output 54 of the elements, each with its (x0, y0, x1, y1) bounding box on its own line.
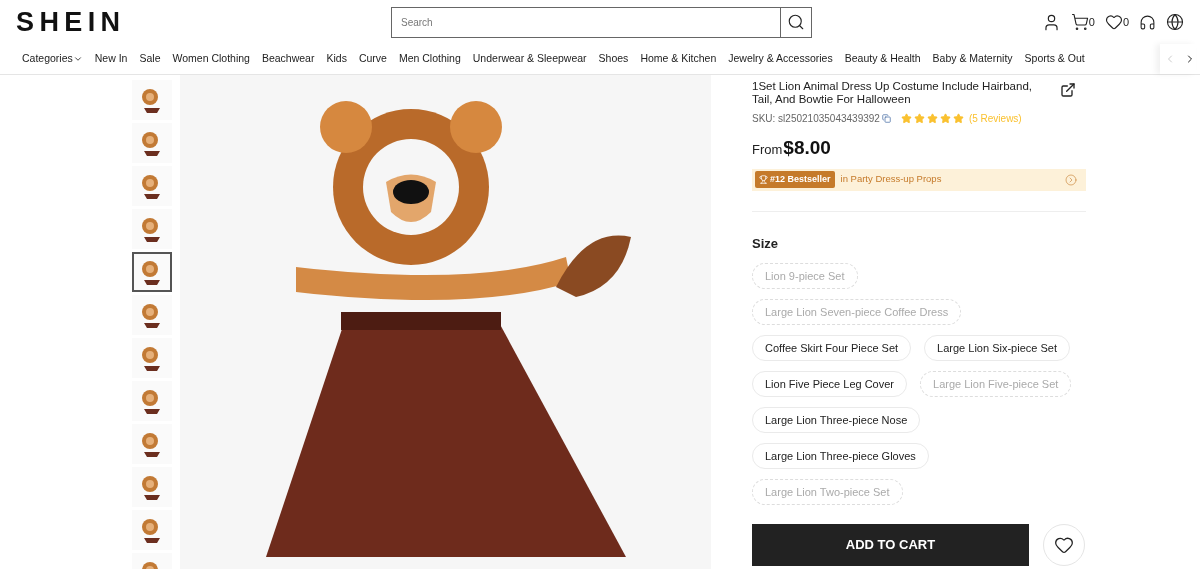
nav-link[interactable]: Beachwear (261, 51, 315, 67)
nav-link[interactable]: Baby & Maternity (932, 51, 1013, 67)
search-button[interactable] (781, 6, 812, 38)
cart-count: 0 (1088, 14, 1095, 30)
nav-link[interactable]: Jewelry & Accessories (728, 51, 833, 67)
size-option[interactable]: Large Lion Three-piece Nose (752, 407, 921, 433)
size-label: Size (752, 234, 779, 253)
nav-link[interactable]: Women Clothing (172, 51, 250, 67)
thumbnail[interactable] (132, 295, 172, 335)
nav-link[interactable]: Sale (139, 51, 161, 67)
size-option[interactable]: Large Lion Three-piece Gloves (752, 443, 929, 469)
thumbnail[interactable] (132, 424, 172, 464)
thumbnail[interactable] (132, 338, 172, 378)
share-icon[interactable] (1060, 82, 1076, 98)
thumbnail[interactable] (132, 252, 172, 292)
nav-link[interactable]: Men Clothing (398, 51, 461, 67)
cart-icon[interactable] (1070, 13, 1089, 31)
support-icon[interactable] (1139, 13, 1156, 31)
thumbnail[interactable] (132, 123, 172, 163)
size-option[interactable]: Coffee Skirt Four Piece Set (752, 335, 912, 361)
globe-icon[interactable] (1166, 13, 1184, 31)
search-field[interactable]: Search (391, 6, 781, 38)
trophy-icon (759, 175, 768, 184)
nav-link[interactable]: Kids (326, 51, 347, 67)
thumbnail[interactable] (132, 381, 172, 421)
heart-icon[interactable] (1104, 13, 1123, 31)
wishlist-count: 0 (1122, 14, 1129, 30)
nav-link[interactable]: New In (94, 51, 128, 67)
chevron-down-icon (72, 54, 83, 64)
product-title: 1Set Lion Animal Dress Up Costume Include Hairband, Tail, And Bowtie For Halloween (752, 80, 1033, 106)
shein-logo[interactable]: SHEIN (16, 1, 391, 43)
thumbnail[interactable] (132, 209, 172, 249)
size-option[interactable]: Large Lion Six-piece Set (924, 335, 1070, 361)
search-icon (787, 13, 805, 31)
price: $8.00 (783, 136, 831, 160)
nav-link[interactable]: Beauty & Health (844, 51, 921, 67)
add-to-cart-button[interactable]: ADD TO CART (752, 524, 1029, 566)
nav-link[interactable]: Shoes (598, 51, 629, 67)
nav-link[interactable]: Home & Kitchen (640, 51, 717, 67)
bestseller-category: in Party Dress-up Props (840, 172, 942, 187)
sku-text: SKU: sl25021035043439392 (752, 112, 880, 126)
nav-link[interactable]: Curve (358, 51, 387, 67)
nav-link[interactable]: Underwear & Sleepwear (472, 51, 587, 67)
size-option[interactable]: Lion Five Piece Leg Cover (752, 371, 907, 397)
heart-icon (1054, 535, 1074, 555)
nav-link[interactable]: Categories (22, 51, 83, 67)
price-prefix: From (752, 141, 783, 159)
thumbnail[interactable] (132, 166, 172, 206)
nav-link[interactable]: Sports & Out (1024, 51, 1085, 67)
thumbnail[interactable] (132, 467, 172, 507)
chevron-circle-icon (1065, 173, 1077, 186)
thumbnail[interactable] (132, 510, 172, 550)
thumbnail[interactable] (132, 80, 172, 120)
bestseller-badge: #12 Bestseller (755, 170, 835, 189)
